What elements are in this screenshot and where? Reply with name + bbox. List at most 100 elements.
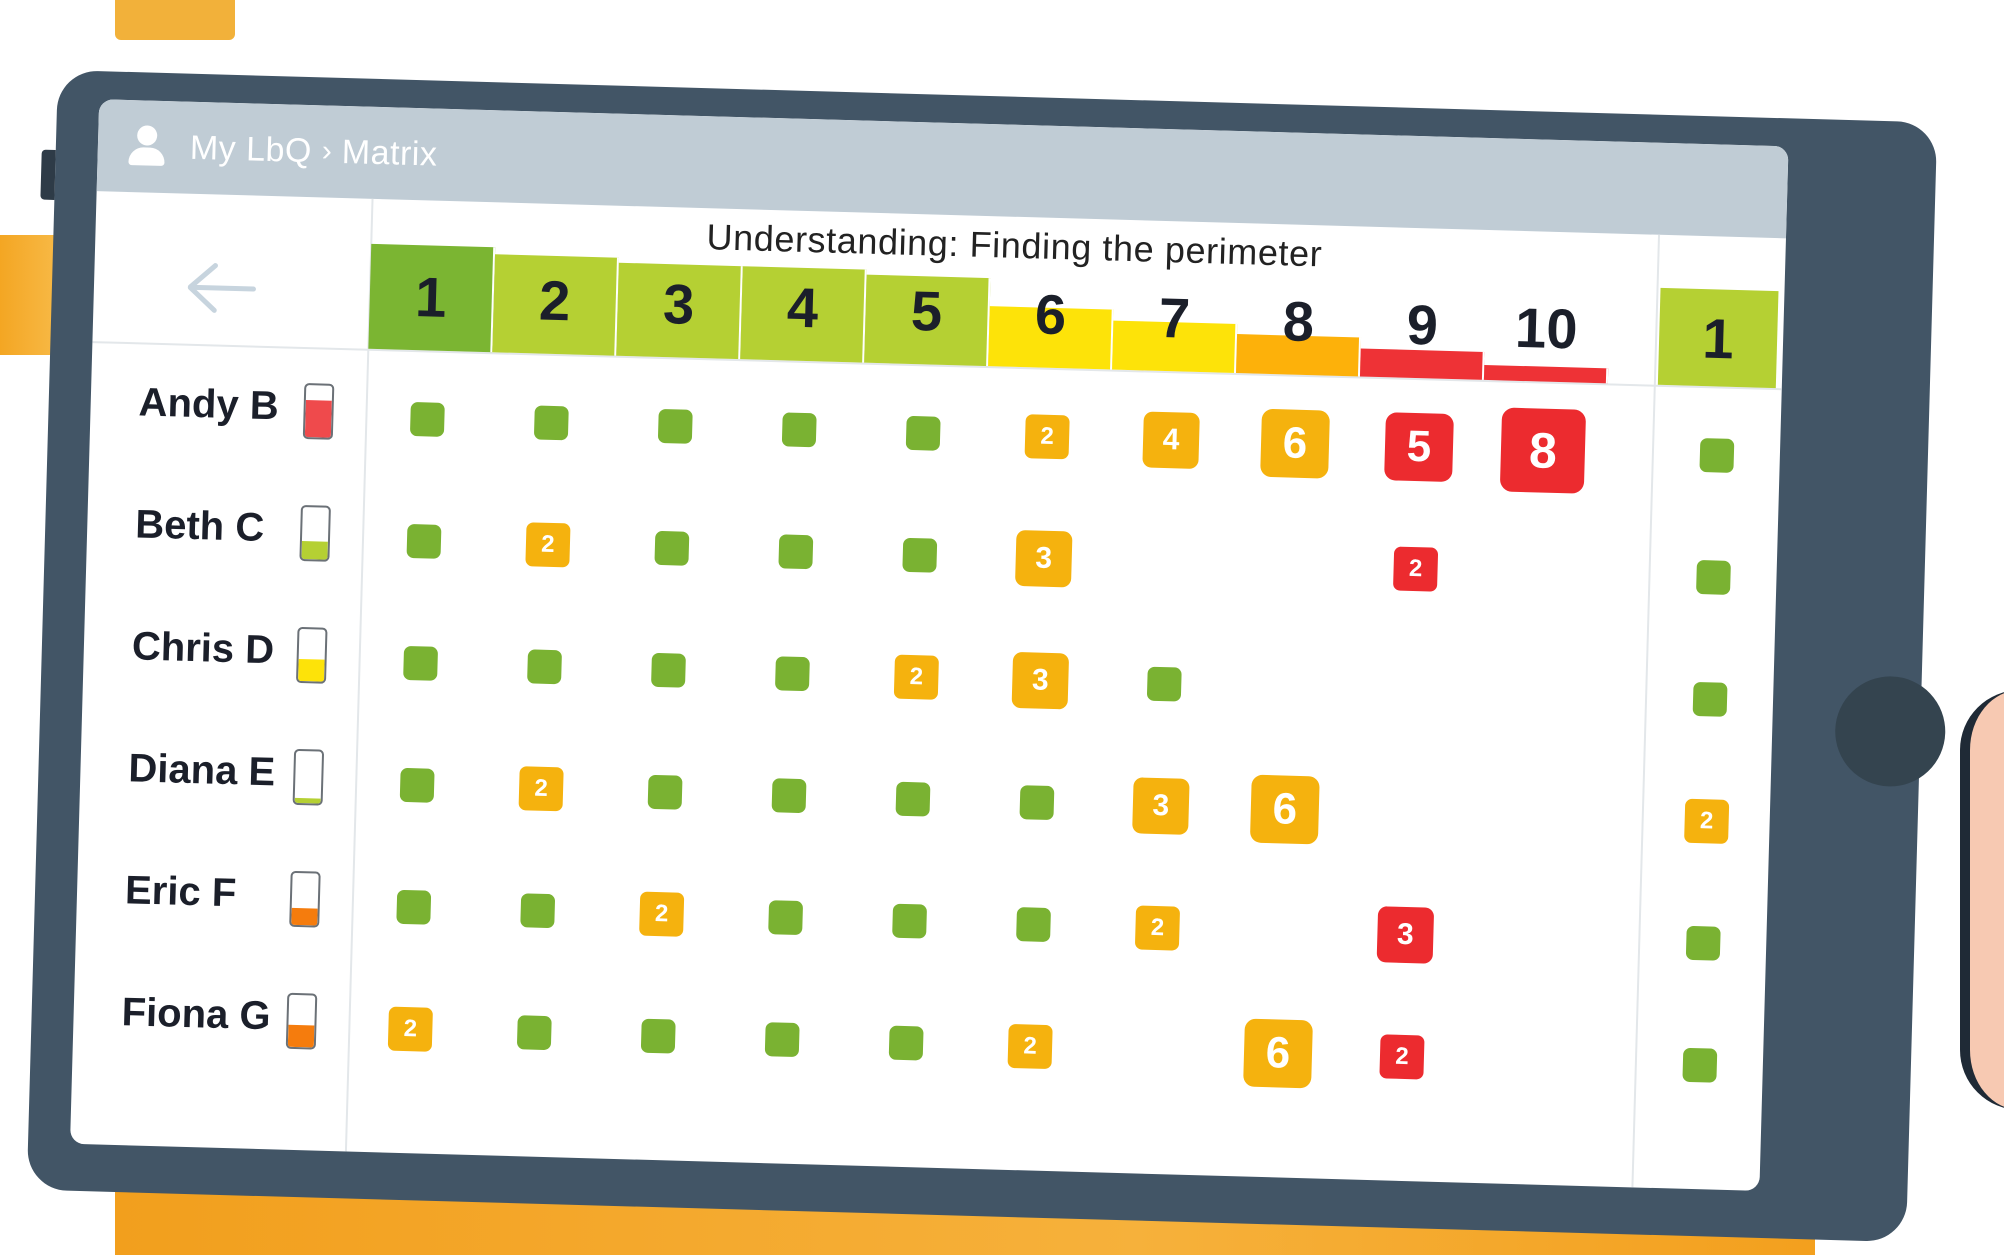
user-icon[interactable] bbox=[125, 125, 168, 168]
attempts-badge-orange[interactable]: 4 bbox=[1142, 411, 1200, 469]
matrix-cell bbox=[1350, 628, 1475, 753]
matrix-cell bbox=[857, 493, 982, 618]
correct-mark[interactable] bbox=[527, 649, 562, 685]
progress-battery-icon bbox=[292, 748, 325, 806]
correct-mark[interactable] bbox=[905, 415, 941, 451]
matrix-cell bbox=[974, 740, 1099, 865]
tablet-device: My LbQ › Matrix Understanding: Finding t… bbox=[26, 70, 2004, 1255]
correct-mark[interactable] bbox=[888, 1025, 924, 1061]
question-number: 10 bbox=[1514, 295, 1579, 361]
attempts-badge-orange[interactable]: 2 bbox=[639, 891, 685, 937]
correct-mark[interactable] bbox=[651, 652, 686, 688]
attempts-badge-orange[interactable]: 2 bbox=[893, 654, 939, 700]
question-number: 5 bbox=[910, 278, 944, 343]
attempts-badge-orange[interactable]: 6 bbox=[1260, 408, 1330, 479]
question-number: 9 bbox=[1405, 292, 1439, 357]
matrix-cell bbox=[1641, 881, 1766, 1006]
correct-mark[interactable] bbox=[1696, 559, 1731, 595]
attempts-badge-red[interactable]: 5 bbox=[1384, 412, 1454, 483]
attempts-badge-orange[interactable]: 3 bbox=[1011, 651, 1070, 710]
student-name[interactable]: Chris D bbox=[131, 624, 292, 673]
correct-mark[interactable] bbox=[403, 645, 439, 681]
correct-mark[interactable] bbox=[1016, 907, 1051, 943]
student-name[interactable]: Beth C bbox=[135, 502, 296, 551]
matrix-cell: 2 bbox=[1353, 506, 1478, 631]
correct-mark[interactable] bbox=[892, 903, 928, 939]
matrix-cell: 3 bbox=[981, 496, 1106, 621]
correct-mark[interactable] bbox=[640, 1018, 676, 1054]
correct-mark[interactable] bbox=[764, 1022, 800, 1058]
student-name[interactable]: Eric F bbox=[124, 868, 285, 917]
matrix-cell bbox=[1651, 515, 1776, 640]
matrix-cell: 2 bbox=[1339, 994, 1464, 1119]
attempts-badge-orange[interactable]: 6 bbox=[1243, 1018, 1313, 1089]
attempts-badge-orange[interactable]: 3 bbox=[1132, 777, 1190, 835]
correct-mark[interactable] bbox=[771, 778, 807, 814]
matrix-cell: 3 bbox=[1343, 872, 1468, 997]
correct-mark[interactable] bbox=[778, 534, 814, 570]
matrix-cell bbox=[723, 855, 848, 980]
correct-mark[interactable] bbox=[1019, 785, 1055, 821]
matrix-cell bbox=[726, 733, 851, 858]
correct-mark[interactable] bbox=[895, 781, 931, 817]
student-name[interactable]: Fiona G bbox=[121, 990, 282, 1039]
matrix-cell bbox=[354, 723, 479, 848]
attempts-badge-orange[interactable]: 6 bbox=[1249, 774, 1320, 845]
student-name[interactable]: Diana E bbox=[128, 746, 289, 795]
attempts-badge-orange[interactable]: 2 bbox=[387, 1006, 433, 1052]
correct-mark[interactable] bbox=[781, 412, 817, 448]
matrix-cell bbox=[850, 736, 975, 861]
matrix-cell bbox=[720, 977, 845, 1102]
matrix-cell: 6 bbox=[1222, 747, 1347, 872]
correct-mark[interactable] bbox=[409, 401, 445, 437]
attempts-badge-orange[interactable]: 2 bbox=[525, 522, 571, 568]
student-name[interactable]: Andy B bbox=[138, 380, 299, 429]
attempts-badge-red[interactable]: 2 bbox=[1392, 546, 1439, 592]
attempts-badge-orange[interactable]: 2 bbox=[1684, 798, 1730, 844]
correct-mark[interactable] bbox=[1692, 681, 1728, 717]
correct-mark[interactable] bbox=[1146, 666, 1182, 702]
matrix-cell bbox=[1477, 510, 1602, 635]
matrix-cell: 6 bbox=[1232, 381, 1357, 506]
correct-mark[interactable] bbox=[657, 408, 693, 444]
tablet-side-button bbox=[40, 149, 56, 200]
correct-mark[interactable] bbox=[520, 893, 556, 929]
question-header-extra[interactable]: 1 bbox=[1657, 287, 1779, 389]
question-number: 3 bbox=[662, 271, 696, 336]
progress-battery-icon bbox=[302, 383, 335, 440]
matrix-cell bbox=[1473, 632, 1598, 757]
correct-mark[interactable] bbox=[399, 767, 435, 803]
attempts-badge-orange[interactable]: 2 bbox=[518, 766, 564, 812]
matrix-cell bbox=[613, 364, 738, 489]
attempts-badge-red[interactable]: 3 bbox=[1376, 906, 1435, 964]
correct-mark[interactable] bbox=[516, 1015, 552, 1051]
attempts-badge-orange[interactable]: 2 bbox=[1134, 905, 1181, 951]
matrix-cell bbox=[606, 608, 731, 733]
attempts-badge-red[interactable]: 8 bbox=[1499, 407, 1587, 494]
matrix-cell bbox=[1102, 621, 1227, 746]
correct-mark[interactable] bbox=[774, 656, 810, 692]
progress-battery-icon bbox=[289, 870, 321, 928]
correct-mark[interactable] bbox=[406, 523, 442, 559]
correct-mark[interactable] bbox=[768, 900, 804, 936]
correct-mark[interactable] bbox=[1685, 925, 1721, 961]
attempts-badge-orange[interactable]: 3 bbox=[1014, 529, 1073, 588]
attempts-badge-red[interactable]: 2 bbox=[1379, 1034, 1425, 1080]
correct-mark[interactable] bbox=[647, 774, 683, 810]
matrix-cell bbox=[1346, 750, 1471, 875]
correct-mark[interactable] bbox=[902, 537, 938, 573]
matrix-cell bbox=[609, 486, 734, 611]
correct-mark[interactable] bbox=[654, 530, 690, 566]
breadcrumb-home[interactable]: My LbQ bbox=[189, 128, 312, 170]
back-arrow-icon[interactable] bbox=[185, 252, 267, 324]
attempts-badge-orange[interactable]: 2 bbox=[1007, 1023, 1053, 1070]
question-number: 8 bbox=[1282, 289, 1315, 354]
attempts-badge-orange[interactable]: 2 bbox=[1024, 414, 1070, 460]
matrix-cell: 2 bbox=[984, 374, 1109, 499]
correct-mark[interactable] bbox=[1682, 1047, 1718, 1083]
question-number: 1 bbox=[1701, 306, 1735, 370]
matrix-cell bbox=[737, 367, 862, 492]
correct-mark[interactable] bbox=[1699, 438, 1735, 473]
correct-mark[interactable] bbox=[533, 405, 569, 441]
correct-mark[interactable] bbox=[396, 889, 432, 925]
